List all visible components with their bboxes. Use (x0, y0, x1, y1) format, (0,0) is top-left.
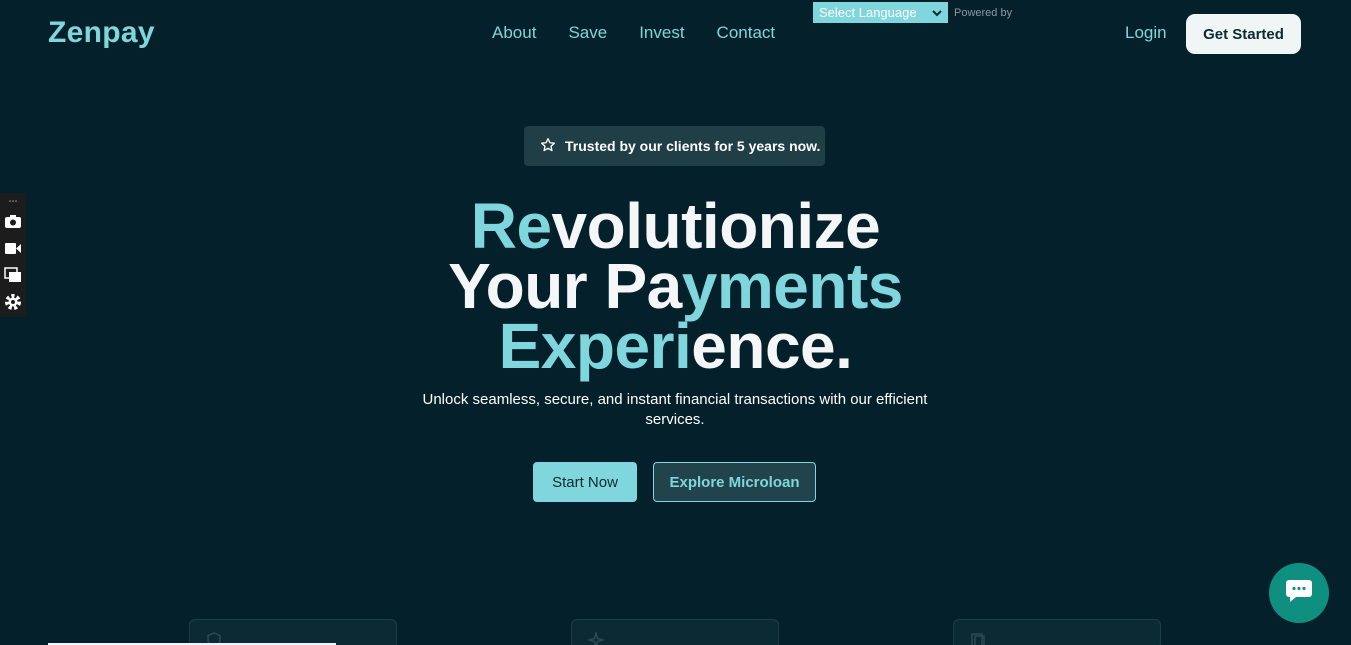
trust-badge: Trusted by our clients for 5 years now. (524, 126, 825, 166)
trust-badge-text: Trusted by our clients for 5 years now. (565, 138, 821, 154)
login-link[interactable]: Login (1125, 23, 1167, 43)
feature-card (953, 619, 1161, 645)
chevron-down-icon (932, 5, 942, 20)
language-select[interactable]: Select Language (813, 2, 948, 23)
explore-microloan-button[interactable]: Explore Microloan (653, 462, 816, 502)
start-now-button[interactable]: Start Now (533, 462, 637, 502)
star-icon (540, 137, 556, 156)
headline-line-3: Experience. (0, 314, 1351, 378)
nav-about[interactable]: About (492, 23, 536, 43)
hero-subtitle: Unlock seamless, secure, and instant fin… (422, 391, 928, 428)
nav-invest[interactable]: Invest (639, 23, 684, 43)
document-icon (970, 632, 986, 645)
headline-highlight: Experi (498, 310, 692, 382)
hero-headline: Revolutionize Your Payments Experience. (0, 194, 1351, 378)
nav-save[interactable]: Save (568, 23, 607, 43)
powered-by-text: Powered by (954, 7, 1013, 19)
main-nav: About Save Invest Contact (492, 23, 807, 43)
get-started-button[interactable]: Get Started (1186, 14, 1301, 54)
chat-icon (1285, 578, 1313, 609)
chat-button[interactable] (1269, 563, 1329, 623)
headline-text: ence. (691, 310, 853, 382)
nav-contact[interactable]: Contact (717, 23, 776, 43)
headline-line-1: Revolutionize (0, 194, 1351, 258)
headline-line-2: Your Payments (0, 254, 1351, 318)
feature-card (189, 619, 397, 645)
sparkle-icon (586, 630, 606, 645)
feature-card (571, 619, 779, 645)
brand-logo[interactable]: Zenpay (48, 16, 155, 50)
language-select-label: Select Language (819, 5, 917, 20)
